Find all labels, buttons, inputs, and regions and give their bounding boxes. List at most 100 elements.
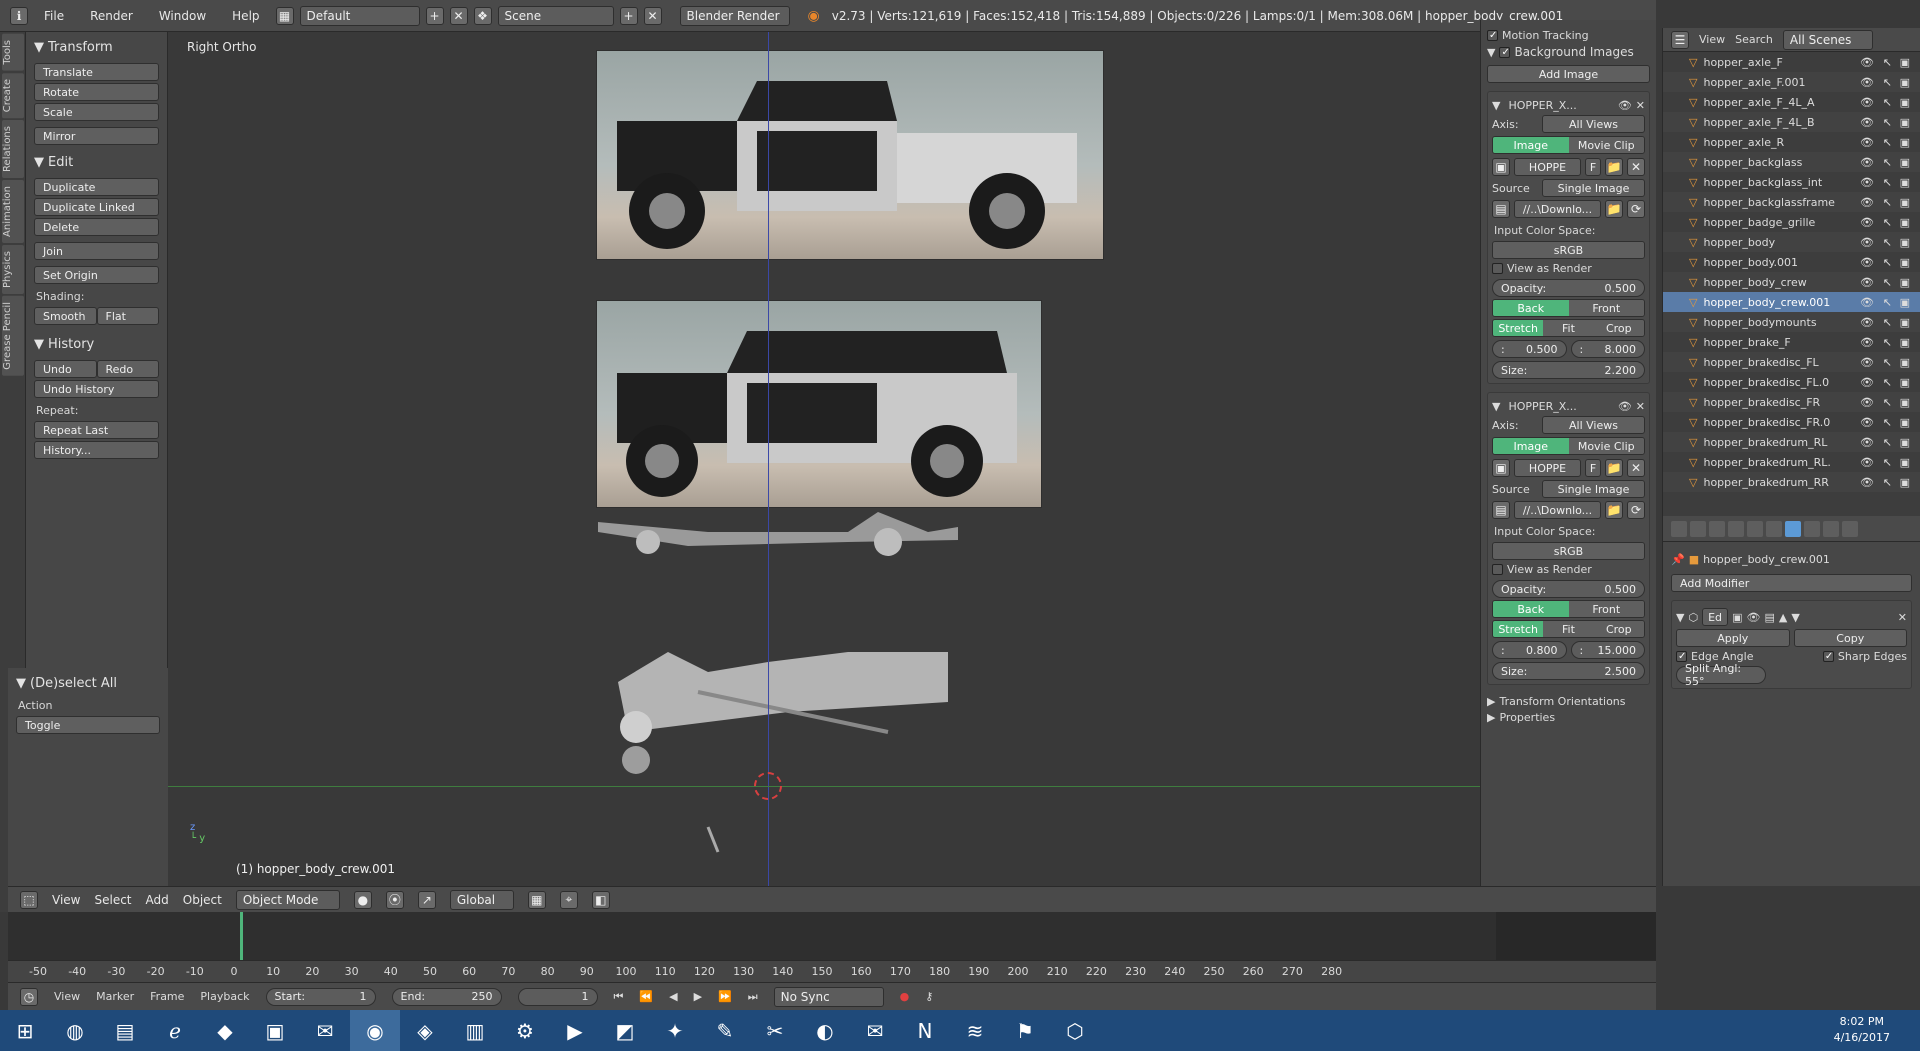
tab-grease-pencil[interactable]: Grease Pencil: [2, 295, 24, 376]
timeline-menu-marker[interactable]: Marker: [96, 990, 134, 1003]
file-explorer-icon[interactable]: ▤: [100, 1010, 150, 1051]
apply-button[interactable]: Apply: [1676, 629, 1790, 647]
image-tab[interactable]: Image: [1493, 137, 1569, 153]
motion-tracking-checkbox[interactable]: [1487, 30, 1498, 41]
texture-tab-icon[interactable]: [1842, 520, 1858, 537]
outliner-row[interactable]: ▽ hopper_brake_F 👁 ↖ ▣: [1663, 332, 1920, 352]
image-name-field[interactable]: HOPPE: [1514, 459, 1581, 477]
snap-icon[interactable]: ⌖: [559, 890, 578, 909]
blender-icon[interactable]: ◉: [350, 1010, 400, 1051]
eye-icon[interactable]: 👁: [1860, 156, 1874, 169]
properties-header[interactable]: ▶ Properties: [1487, 711, 1650, 724]
outliner-row[interactable]: ▽ hopper_axle_F.001 👁 ↖ ▣: [1663, 72, 1920, 92]
cursor-icon[interactable]: ↖: [1883, 256, 1892, 269]
jump-start-icon[interactable]: ⏮: [614, 990, 624, 1004]
cursor-icon[interactable]: ↖: [1883, 396, 1892, 409]
add-image-button[interactable]: Add Image: [1487, 65, 1650, 83]
front-tab[interactable]: Front: [1568, 300, 1644, 316]
split-angle-field[interactable]: Split Angl: 55°: [1676, 662, 1766, 688]
chrome-icon[interactable]: ◍: [50, 1010, 100, 1051]
front-tab[interactable]: Front: [1568, 601, 1644, 617]
cursor-icon[interactable]: ↖: [1883, 476, 1892, 489]
reload-icon[interactable]: ⟳: [1627, 501, 1645, 519]
edge-angle-checkbox[interactable]: [1676, 651, 1687, 662]
outliner-row[interactable]: ▽ hopper_body_crew.001 👁 ↖ ▣: [1663, 292, 1920, 312]
render-icon[interactable]: ▣: [1900, 376, 1910, 389]
edit-mode-icon[interactable]: ▤: [1764, 611, 1774, 624]
timeline-ruler[interactable]: -50 -40 -30 -20 -10 0 10 20 30 40 50 60 70 80 90 100 110…: [8, 960, 1656, 982]
end-frame-field[interactable]: End: 250: [391, 987, 502, 1006]
transform-orientations-header[interactable]: ▶ Transform Orientations: [1487, 695, 1650, 708]
render-icon[interactable]: ▣: [1900, 136, 1910, 149]
outliner-row[interactable]: ▽ hopper_backglass_int 👁 ↖ ▣: [1663, 172, 1920, 192]
collapse-icon[interactable]: ▼: [1492, 99, 1500, 112]
cursor-icon[interactable]: ↖: [1883, 56, 1892, 69]
cursor-icon[interactable]: ↖: [1883, 436, 1892, 449]
back-tab[interactable]: Back: [1493, 300, 1569, 316]
color-space-select[interactable]: sRGB: [1492, 241, 1645, 259]
nox-icon[interactable]: ⬡: [1050, 1010, 1100, 1051]
crop-tab[interactable]: Crop: [1593, 320, 1644, 336]
eye-icon[interactable]: 👁: [1860, 296, 1874, 309]
fake-user-toggle[interactable]: F: [1585, 158, 1601, 176]
panel-deselect-header[interactable]: ▼ (De)select All: [16, 676, 160, 691]
layout-field[interactable]: Default: [299, 5, 420, 26]
orientation-select[interactable]: Global: [449, 889, 514, 910]
play-reverse-icon[interactable]: ◀: [669, 990, 677, 1003]
prev-keyframe-icon[interactable]: ⏪: [639, 990, 653, 1003]
panel-transform-header[interactable]: ▼ Transform: [34, 40, 159, 55]
menu-file[interactable]: File: [34, 9, 74, 23]
tab-relations[interactable]: Relations: [2, 119, 24, 178]
outliner-row[interactable]: ▽ hopper_axle_F_4L_B 👁 ↖ ▣: [1663, 112, 1920, 132]
cursor-icon[interactable]: ↖: [1883, 176, 1892, 189]
eye-icon[interactable]: 👁: [1860, 176, 1874, 189]
cursor-icon[interactable]: ↖: [1883, 416, 1892, 429]
modifier-name-field[interactable]: Ed: [1702, 608, 1729, 626]
undo-button[interactable]: Undo: [34, 360, 97, 378]
render-icon[interactable]: ▣: [1900, 316, 1910, 329]
reload-icon[interactable]: ⟳: [1627, 200, 1645, 218]
start-frame-field[interactable]: Start: 1: [265, 987, 376, 1006]
join-button[interactable]: Join: [34, 242, 159, 260]
scene-field[interactable]: Scene: [497, 5, 614, 26]
render-icon[interactable]: ▣: [1900, 296, 1910, 309]
axis-select[interactable]: All Views: [1542, 416, 1645, 434]
app-icon[interactable]: ▶: [550, 1010, 600, 1051]
outliner-menu-search[interactable]: Search: [1735, 33, 1773, 46]
render-icon[interactable]: ▣: [1900, 436, 1910, 449]
system-clock[interactable]: 8:02 PM 4/16/2017: [1834, 1014, 1890, 1046]
history-button[interactable]: History...: [34, 441, 159, 459]
source-select[interactable]: Single Image: [1542, 179, 1645, 197]
app-icon[interactable]: ✂: [750, 1010, 800, 1051]
outliner-row[interactable]: ▽ hopper_brakedrum_RL 👁 ↖ ▣: [1663, 432, 1920, 452]
eye-icon[interactable]: 👁: [1860, 376, 1874, 389]
stretch-tab[interactable]: Stretch: [1493, 621, 1544, 637]
timeline-menu-view[interactable]: View: [54, 990, 80, 1003]
outliner-row[interactable]: ▽ hopper_axle_F_4L_A 👁 ↖ ▣: [1663, 92, 1920, 112]
menu-window[interactable]: Window: [149, 9, 216, 23]
render-icon[interactable]: ▣: [1900, 356, 1910, 369]
data-tab-icon[interactable]: [1804, 520, 1820, 537]
render-icon[interactable]: ▣: [1900, 196, 1910, 209]
cursor-icon[interactable]: ↖: [1883, 336, 1892, 349]
size-field[interactable]: Size: 2.500: [1492, 662, 1645, 680]
eye-icon[interactable]: 👁: [1860, 356, 1874, 369]
material-tab-icon[interactable]: [1823, 520, 1839, 537]
view-as-render-checkbox[interactable]: [1492, 564, 1503, 575]
color-space-select[interactable]: sRGB: [1492, 542, 1645, 560]
layers-icon[interactable]: ▦: [527, 890, 546, 909]
eye-icon[interactable]: 👁: [1860, 396, 1874, 409]
mirror-button[interactable]: Mirror: [34, 127, 159, 145]
app-icon[interactable]: ◐: [800, 1010, 850, 1051]
panel-edit-header[interactable]: ▼ Edit: [34, 155, 159, 170]
render-icon[interactable]: ▣: [1900, 256, 1910, 269]
stretch-tab[interactable]: Stretch: [1493, 320, 1544, 336]
menu-help[interactable]: Help: [222, 9, 269, 23]
image-browse-icon[interactable]: ▣: [1492, 459, 1510, 477]
render-icon[interactable]: ◧: [591, 890, 610, 909]
editor-type-icon[interactable]: ◷: [20, 987, 38, 1006]
image-tab[interactable]: Image: [1493, 438, 1569, 454]
constraints-tab-icon[interactable]: [1766, 520, 1782, 537]
size-field[interactable]: Size: 2.200: [1492, 361, 1645, 379]
app-icon[interactable]: ▣: [250, 1010, 300, 1051]
